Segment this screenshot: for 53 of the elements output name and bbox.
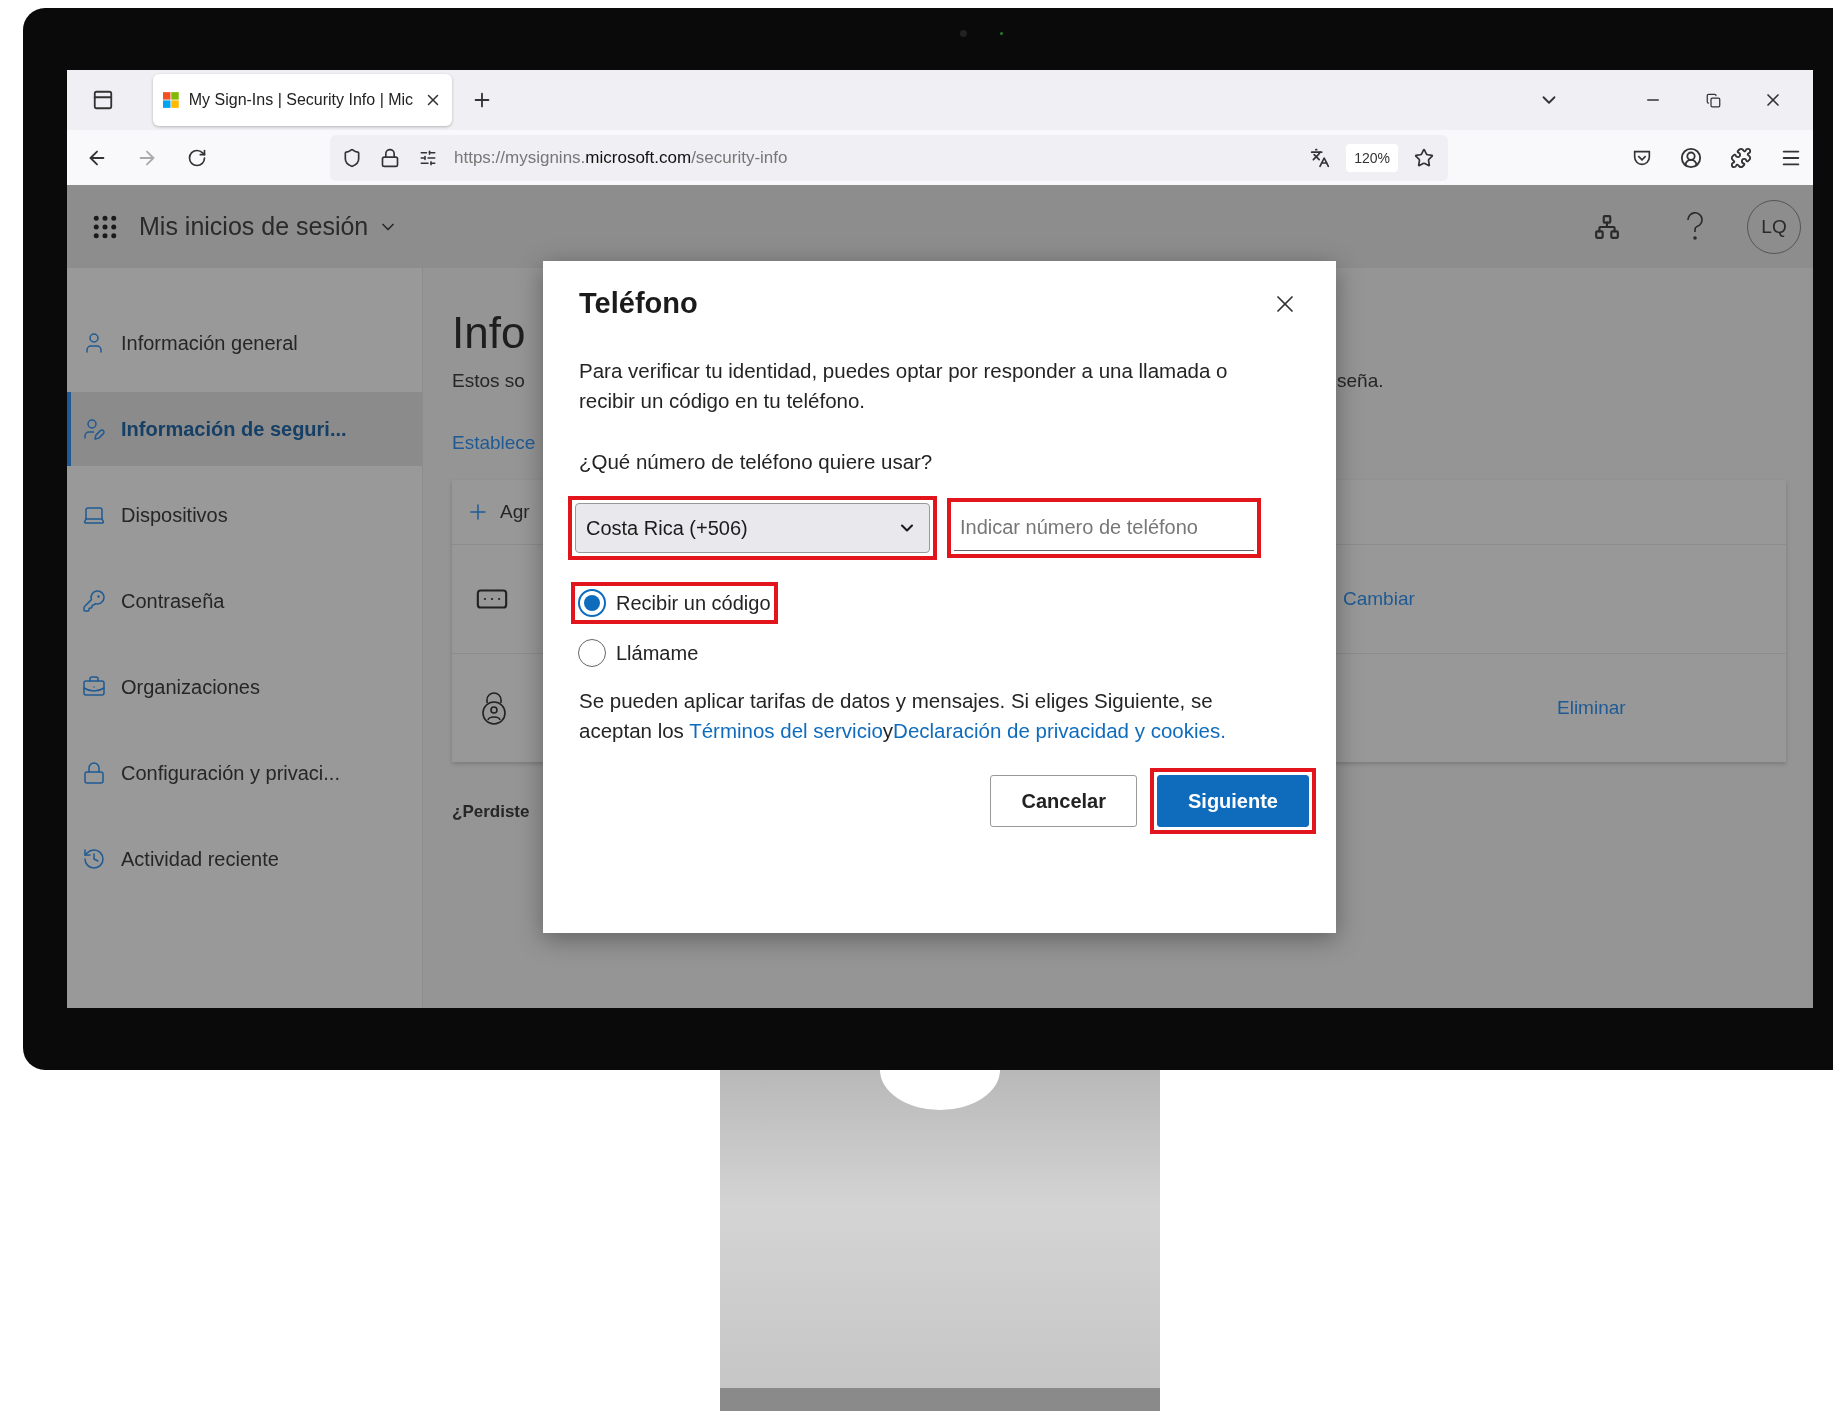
sidebar-item-label: Configuración y privaci... [121, 761, 340, 785]
sidebar-item-icon [81, 417, 107, 441]
address-bar[interactable]: https://mysignins.microsoft.com/security-info 120% [330, 134, 1448, 181]
intro-text: seña. [1337, 370, 1385, 392]
help-icon[interactable] [1685, 211, 1705, 242]
cancel-button[interactable]: Cancelar [990, 775, 1137, 827]
sidebar-item-icon [81, 761, 107, 785]
phone-field[interactable]: Indicar número de teléfono [947, 498, 1261, 558]
sidebar-item[interactable]: Organizaciones [67, 650, 422, 724]
sidebar-item-icon [81, 847, 107, 871]
browser-tab[interactable]: My Sign-Ins | Security Info | Mic [153, 74, 452, 126]
sidebar-item-label: Actividad reciente [121, 847, 279, 871]
lost-device-text: ¿Perdiste [452, 802, 531, 822]
app-title[interactable]: Mis inicios de sesión [139, 212, 369, 241]
dialog-description: Para verificar tu identidad, puedes optar por responder a una llamada o recibir un código en tu teléfono. [579, 358, 1229, 414]
sidebar-item[interactable]: Información de seguri... [67, 392, 422, 466]
authenticator-lock-icon [480, 691, 508, 725]
dialog-title: Teléfono [579, 287, 698, 320]
radio-option[interactable]: Recibir un código [578, 589, 771, 617]
sidebar-item-label: Información de seguri... [121, 417, 347, 441]
radio-label: Recibir un código [616, 591, 771, 615]
sidebar-item[interactable]: Información general [67, 306, 422, 380]
windows-logo-icon [163, 90, 179, 110]
account-icon[interactable] [1679, 145, 1703, 170]
zoom-level[interactable]: 120% [1346, 143, 1398, 172]
terms-link[interactable]: Términos del servicio [689, 719, 883, 742]
sidebar-item[interactable]: Contraseña [67, 564, 422, 638]
add-method-link[interactable]: Agr [500, 501, 530, 523]
url-text: https://mysignins.microsoft.com/security-info [454, 147, 789, 168]
next-button[interactable]: Siguiente [1157, 775, 1309, 827]
sidebar-item-icon [81, 589, 107, 613]
webcam-icon [960, 30, 967, 37]
radio-label: Llámame [616, 641, 699, 665]
tab-title: My Sign-Ins | Security Info | Mic [188, 91, 414, 109]
radio-option[interactable]: Llámame [578, 639, 699, 667]
radio-icon[interactable] [578, 589, 606, 617]
sidebar-item[interactable]: Dispositivos [67, 478, 422, 552]
privacy-link[interactable]: Declaración de privacidad y cookies. [893, 719, 1226, 742]
terms-text: Se pueden aplicar tarifas de datos y mensajes. Si eliges Siguiente, se aceptan los Términos del servicioyDeclaración de privacidad y cookies. [579, 688, 1227, 744]
sidebar-item-label: Información general [121, 331, 298, 355]
sidebar-item-label: Contraseña [121, 589, 225, 613]
page-heading: Info [452, 308, 527, 358]
sidebar-item-label: Dispositivos [121, 503, 228, 527]
sidebar-item[interactable]: Actividad reciente [67, 822, 422, 896]
indicator-light-icon [1000, 32, 1003, 35]
phone-question: ¿Qué número de teléfono quiere usar? [579, 450, 934, 474]
sidebar-item[interactable]: Configuración y privaci... [67, 736, 422, 810]
sidebar-item-label: Organizaciones [121, 675, 260, 699]
intro-text: Estos so [452, 370, 526, 392]
country-select[interactable]: Costa Rica (+506) [575, 503, 930, 553]
password-field-icon [474, 587, 510, 611]
extensions-icon[interactable] [1729, 145, 1753, 170]
sidebar-item-icon [81, 675, 107, 699]
